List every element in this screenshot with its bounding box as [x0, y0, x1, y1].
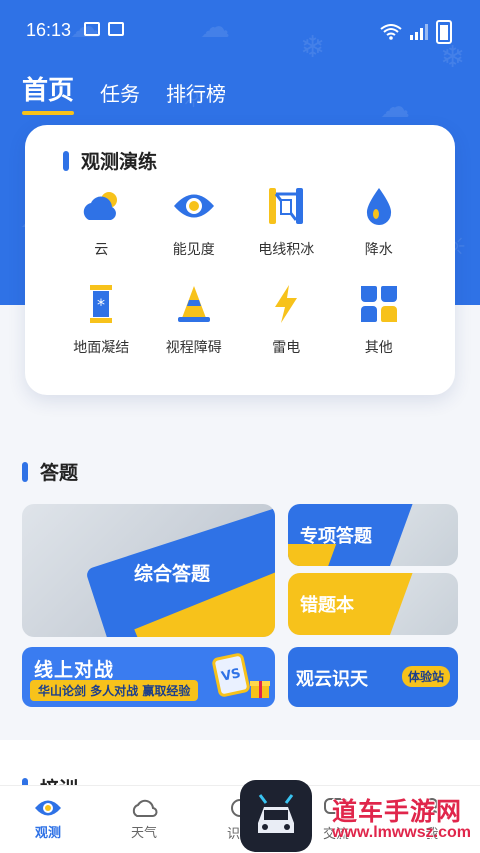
answer-title: 答题 — [40, 462, 79, 484]
practice-section-title: 观测演练 — [63, 147, 157, 174]
tab-ranking[interactable]: 排行榜 — [166, 78, 226, 115]
status-time: 16:13 — [26, 20, 72, 40]
practice-item-label: 其他 — [364, 340, 393, 356]
comprehensive-quiz-card[interactable]: 综合答题 — [22, 504, 275, 637]
signal-icon — [410, 24, 428, 40]
nav-weather[interactable]: 天气 — [96, 786, 192, 853]
top-tabs: 首页 任务 排行榜 — [22, 70, 226, 115]
raindrop-icon — [356, 183, 402, 229]
practice-item-label: 地面凝结 — [73, 340, 130, 356]
eye-nav-icon — [35, 800, 61, 816]
practice-item-ground-frost[interactable]: * 地面凝结 — [55, 281, 148, 357]
svg-text:*: * — [97, 295, 105, 314]
wifi-icon — [380, 24, 402, 40]
eye-icon — [171, 183, 217, 229]
practice-item-label: 云 — [94, 242, 109, 258]
cloud-recognition-banner[interactable]: 观云识天 体验站 — [288, 647, 458, 707]
tab-tasks[interactable]: 任务 — [100, 78, 140, 115]
practice-item-lightning[interactable]: 雷电 — [240, 281, 333, 357]
practice-item-wire-ice[interactable]: 电线积冰 — [240, 183, 333, 259]
mistakes-label: 错题本 — [300, 595, 354, 616]
lightning-icon — [263, 281, 309, 327]
nav-label: 天气 — [130, 826, 157, 841]
watermark-car-logo — [240, 780, 312, 852]
online-battle-banner[interactable]: 线上对战 华山论剑 多人对战 赢取经验 VS — [22, 647, 275, 707]
practice-item-visual-obstruction[interactable]: 视程障碍 — [148, 281, 241, 357]
site-watermark: 道车手游网 www.lmwwsz.com — [240, 778, 480, 853]
practice-grid: 云 能见度 电线积冰 降水 * 地面凝结 视程障碍 雷电 其他 — [55, 183, 425, 357]
practice-item-label: 雷电 — [272, 340, 301, 356]
vs-badge: VS — [211, 652, 251, 698]
practice-item-label: 视程障碍 — [165, 340, 222, 356]
cloud-decor-icon: ☁ — [380, 90, 410, 125]
section-marker — [63, 150, 69, 171]
mistakes-card[interactable]: 错题本 — [288, 573, 458, 635]
watermark-url: www.lmwwsz.com — [332, 824, 471, 841]
special-quiz-card[interactable]: 专项答题 — [288, 504, 458, 566]
cloud-sun-icon — [78, 183, 124, 229]
practice-item-label: 能见度 — [172, 242, 215, 258]
section-marker — [22, 461, 28, 482]
practice-item-label: 降水 — [364, 242, 393, 258]
practice-card: 观测演练 云 能见度 电线积冰 降水 * 地面凝结 视程障碍 雷电 其他 — [25, 125, 455, 395]
practice-item-cloud[interactable]: 云 — [55, 183, 148, 259]
practice-title: 观测演练 — [81, 151, 158, 173]
check-icon — [108, 22, 124, 36]
traffic-cone-icon — [171, 281, 217, 327]
nav-label: 观测 — [34, 826, 61, 841]
grid-other-icon — [356, 281, 402, 327]
practice-item-other[interactable]: 其他 — [333, 281, 426, 357]
battery-icon — [436, 20, 452, 44]
comprehensive-quiz-label: 综合答题 — [134, 563, 211, 585]
practice-item-precipitation[interactable]: 降水 — [333, 183, 426, 259]
cloud-banner-badge: 体验站 — [401, 666, 450, 687]
battle-title: 线上对战 — [34, 659, 115, 681]
battle-subtitle: 华山论剑 多人对战 赢取经验 — [30, 680, 199, 701]
cloud-nav-icon — [132, 799, 158, 817]
tab-home[interactable]: 首页 — [22, 70, 75, 115]
cloud-banner-title: 观云识天 — [296, 669, 368, 690]
status-bar: 16:13 — [0, 0, 480, 60]
nav-observe[interactable]: 观测 — [0, 786, 96, 853]
practice-item-visibility[interactable]: 能见度 — [148, 183, 241, 259]
watermark-text: 道车手游网 — [332, 797, 463, 826]
special-quiz-label: 专项答题 — [300, 526, 372, 547]
gift-icon — [250, 681, 270, 698]
practice-item-label: 电线积冰 — [258, 242, 315, 258]
ground-frost-icon: * — [78, 281, 124, 327]
answer-section-title: 答题 — [22, 458, 78, 485]
gallery-icon — [84, 22, 100, 36]
wire-ice-icon — [263, 183, 309, 229]
